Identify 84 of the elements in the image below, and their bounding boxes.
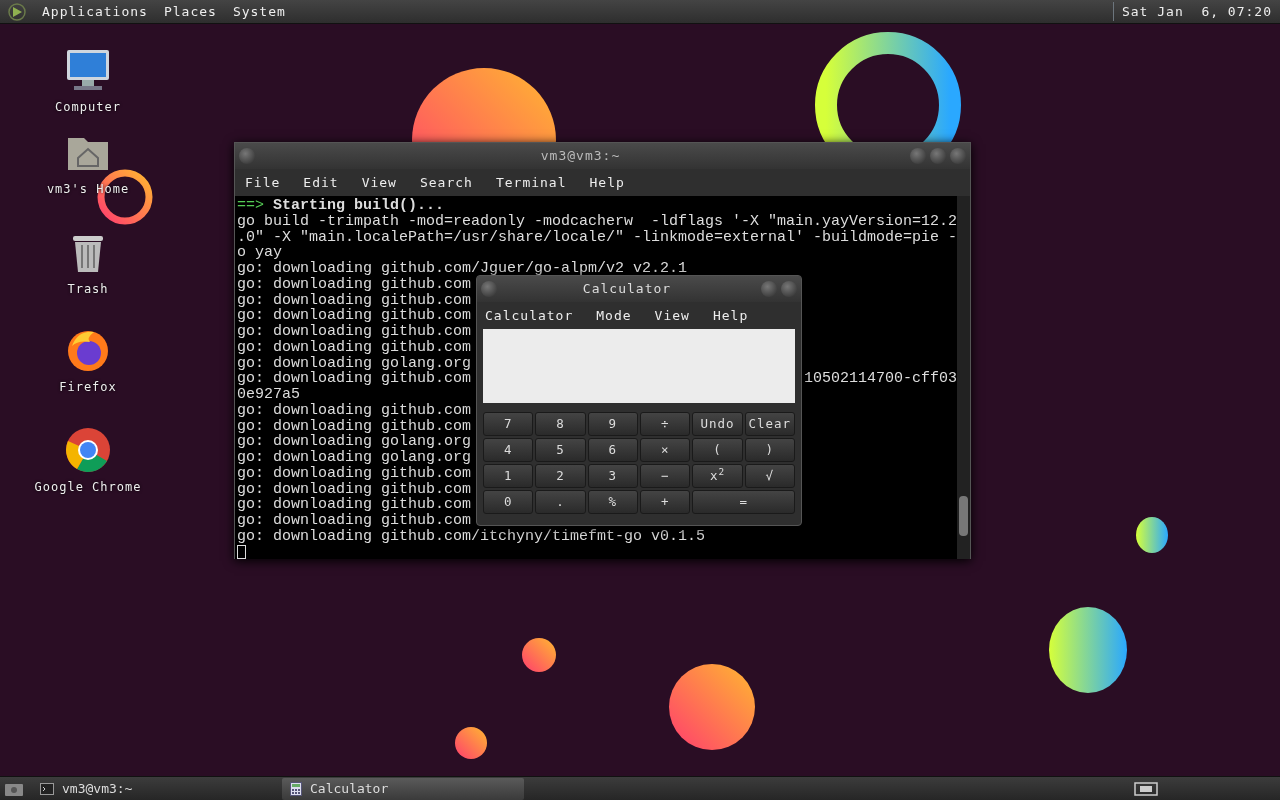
calculator-key[interactable]: 3 (587, 464, 638, 488)
calculator-key[interactable]: 9 (587, 412, 638, 436)
calculator-key[interactable]: 2 (535, 464, 586, 488)
terminal-line: go: downloading github.com (237, 513, 472, 529)
calculator-key[interactable]: % (587, 490, 638, 514)
terminal-line: 0e927a5 (237, 387, 300, 403)
terminal-line: go: downloading github.com/Jguer/go-alpm/v2 v2.2.1 (237, 261, 688, 277)
calculator-key[interactable]: 7 (483, 412, 534, 436)
window-button[interactable] (239, 148, 255, 164)
window-icon[interactable] (1134, 780, 1158, 797)
window-button[interactable] (761, 281, 777, 297)
menu-item[interactable]: View (654, 305, 699, 326)
menu-item[interactable]: Help (712, 305, 758, 326)
menu-item[interactable]: View (361, 172, 406, 193)
terminal-line: go build -trimpath -mod=readonly -modcacherw -ldflags '-X "main.yayVersion=12.2 (237, 213, 958, 230)
terminal-line: Starting build()... (273, 198, 445, 214)
calculator-key[interactable]: − (640, 464, 691, 488)
text-cursor (237, 544, 246, 559)
terminal-line: go: downloading github.com (237, 402, 472, 419)
window-button[interactable] (481, 281, 497, 297)
calculator-key[interactable]: 5 (535, 438, 586, 462)
icon-label[interactable]: Google Chrome (34, 478, 142, 496)
terminal-icon (40, 782, 54, 795)
menu-item[interactable]: Terminal (495, 172, 576, 193)
terminal-line: go: downloading github.com (237, 418, 472, 435)
calculator-key[interactable]: 6 (587, 438, 638, 462)
panel-menu[interactable]: System (232, 1, 286, 22)
terminal-line: go: downloading github.com (237, 371, 472, 387)
window-title: Calculator (581, 280, 673, 299)
window-button[interactable] (781, 281, 797, 297)
terminal-line: go: downloading github.com (237, 308, 472, 324)
menu-item[interactable]: Help (589, 172, 634, 193)
icon-label[interactable]: Computer (55, 98, 121, 116)
terminal-line: go: downloading github.com (237, 324, 472, 340)
menu-item[interactable]: Edit (303, 172, 348, 193)
window-button[interactable] (930, 148, 946, 164)
terminal-line: go: downloading github.com (237, 497, 472, 513)
window-title: vm3@vm3:~ (539, 147, 622, 166)
calculator-key[interactable]: 8 (535, 412, 586, 436)
terminal-line: go: downloading github.com (237, 339, 472, 356)
menu-icon[interactable] (8, 2, 26, 21)
terminal-line: 10502114700-cff03 (804, 371, 958, 387)
scrollbar[interactable] (957, 196, 970, 559)
terminal-line: go: downloading github.com (237, 276, 472, 293)
window-button[interactable] (910, 148, 926, 164)
calculator-key[interactable]: 1 (483, 464, 534, 488)
terminal-line: go: downloading golang.org (237, 450, 472, 466)
circle-logo-icon[interactable] (64, 426, 112, 474)
terminal-line: go: downloading golang.org (237, 434, 472, 450)
terminal-line: go: downloading golang.org (237, 355, 472, 372)
calculator-key[interactable]: 4 (483, 438, 534, 462)
window-button[interactable] (950, 148, 966, 164)
calculator-key[interactable]: ) (744, 438, 795, 462)
prompt-arrow: ==> (237, 198, 265, 214)
terminal-line: go: downloading github.com (237, 465, 472, 482)
scroll-thumb[interactable] (959, 496, 969, 536)
calculator-key[interactable]: Undo (692, 412, 743, 436)
taskbar-button[interactable]: Calculator (282, 777, 524, 800)
terminal-line: o yay (237, 245, 282, 261)
menu-item[interactable]: Search (419, 172, 482, 193)
panel-menu[interactable]: Applications (42, 1, 148, 22)
menu-item[interactable]: Calculator (485, 305, 583, 326)
terminal-line: go: downloading github.com/itchyny/timefmt-go v0.1.5 (237, 528, 706, 545)
terminal-line: .0" -X "main.localePath=/usr/share/locale/" -linkmode=external' -buildmode=pie - (237, 229, 958, 246)
calculator-key[interactable]: ÷ (640, 412, 691, 436)
calculator-key[interactable]: Clear (744, 412, 795, 436)
calculator-key[interactable]: 0 (483, 490, 534, 514)
terminal-line: go: downloading github.com (237, 481, 472, 498)
calculator-key[interactable]: + (640, 490, 691, 514)
icon-label[interactable]: Firefox (59, 378, 117, 396)
calculator-key[interactable]: x$^{2}$ (692, 464, 743, 488)
calculator-key[interactable]: = (692, 490, 795, 514)
calculator-key[interactable]: ( (692, 438, 743, 462)
terminal-line: go: downloading github.com (237, 292, 472, 309)
menu-item[interactable]: File (245, 172, 290, 193)
calculator-key[interactable]: . (535, 490, 586, 514)
icon-label[interactable]: Trash (67, 280, 109, 298)
taskbar-button[interactable]: vm3@vm3:~ (32, 777, 274, 800)
panel-menu[interactable]: Places (163, 1, 217, 22)
calculator-key[interactable]: × (640, 438, 691, 462)
menu-item[interactable]: Mode (596, 305, 641, 326)
clock: Sat Jan 6, 07:20 (1112, 1, 1272, 22)
calculator-key[interactable]: √ (744, 464, 795, 488)
calculator-icon (290, 781, 302, 796)
